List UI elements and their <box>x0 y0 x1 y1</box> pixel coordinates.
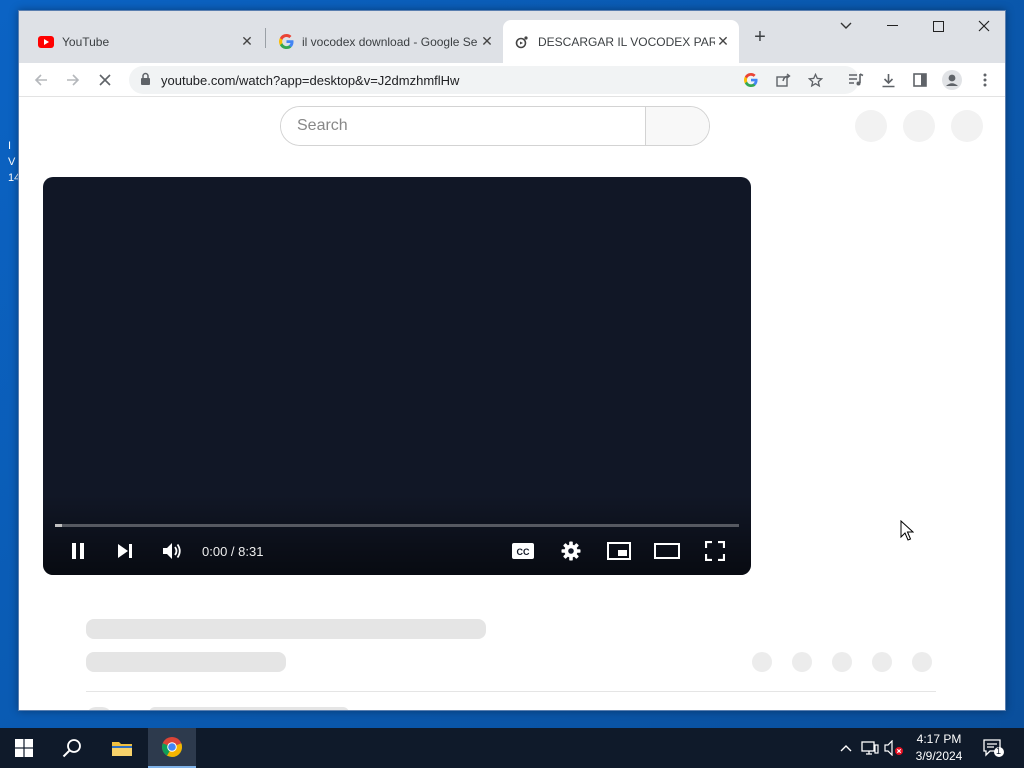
google-lens-icon[interactable] <box>739 68 763 92</box>
pause-button[interactable] <box>65 538 91 564</box>
mouse-cursor-icon <box>900 519 915 547</box>
text-skeleton <box>149 707 349 710</box>
action-skeleton <box>912 652 932 672</box>
action-skeleton <box>872 652 892 672</box>
tab-separator <box>265 28 266 48</box>
fullscreen-icon[interactable] <box>702 538 728 564</box>
tab-title: il vocodex download - Google Se <box>302 34 478 49</box>
side-panel-icon[interactable] <box>908 68 932 92</box>
search-button[interactable] <box>645 107 709 145</box>
chrome-taskbar-icon[interactable] <box>148 728 196 768</box>
start-button[interactable] <box>0 728 48 768</box>
taskbar: 4:17 PM 3/9/2024 1 <box>0 728 1024 768</box>
theater-mode-icon[interactable] <box>654 538 680 564</box>
title-skeleton <box>86 619 486 639</box>
tab-search-dropdown-icon[interactable] <box>823 11 869 41</box>
close-tab-icon[interactable]: ✕ <box>239 33 255 50</box>
svg-text:CC: CC <box>517 547 530 557</box>
tab-strip: YouTube ✕ il vocodex download - Google S… <box>19 11 1005 63</box>
url-text: youtube.com/watch?app=desktop&v=J2dmzhmf… <box>161 73 460 88</box>
maximize-button[interactable] <box>915 11 961 41</box>
progress-bar[interactable] <box>55 524 739 527</box>
header-button-placeholder[interactable] <box>951 110 983 142</box>
action-skeleton <box>832 652 852 672</box>
desktop-text-fragment: I <box>8 140 12 152</box>
chevron-up-icon[interactable] <box>836 738 856 758</box>
profile-avatar-icon[interactable] <box>940 68 964 92</box>
youtube-shorts-icon <box>514 34 530 50</box>
notification-center-icon[interactable]: 1 <box>982 738 1006 758</box>
back-button[interactable] <box>29 68 53 92</box>
tab-descargar-il-vocodex[interactable]: DESCARGAR IL VOCODEX PARA ✕ <box>503 20 739 63</box>
search-input[interactable] <box>281 107 645 145</box>
stop-loading-button[interactable] <box>93 68 117 92</box>
forward-button[interactable] <box>61 68 85 92</box>
captions-icon[interactable]: CC <box>510 538 536 564</box>
youtube-search-box <box>280 106 710 146</box>
settings-gear-icon[interactable] <box>558 538 584 564</box>
youtube-page: 0:00 / 8:31 CC <box>19 97 1005 710</box>
new-tab-button[interactable]: + <box>750 26 770 48</box>
share-icon[interactable] <box>771 68 795 92</box>
avatar-skeleton <box>86 707 112 710</box>
lock-icon[interactable] <box>140 72 151 91</box>
desktop-text-fragment: V <box>8 156 16 168</box>
browser-window: YouTube ✕ il vocodex download - Google S… <box>18 10 1006 711</box>
clock-date: 3/9/2024 <box>915 749 963 763</box>
minimize-button[interactable] <box>869 11 915 41</box>
action-skeleton <box>792 652 812 672</box>
controls-gradient <box>43 495 751 575</box>
network-icon[interactable] <box>860 738 880 758</box>
clock-time: 4:17 PM <box>916 732 962 746</box>
close-tab-icon[interactable]: ✕ <box>479 33 495 50</box>
media-control-icon[interactable] <box>844 68 868 92</box>
tab-title: YouTube <box>62 34 110 49</box>
google-icon <box>278 34 294 50</box>
taskbar-clock[interactable]: 4:17 PM 3/9/2024 <box>910 731 968 765</box>
divider <box>86 691 936 692</box>
next-button[interactable] <box>112 538 138 564</box>
volume-muted-icon[interactable] <box>884 738 904 758</box>
progress-fill <box>55 524 62 527</box>
tab-youtube[interactable]: YouTube ✕ <box>27 20 263 63</box>
youtube-icon <box>38 34 54 50</box>
tab-title: DESCARGAR IL VOCODEX PARA <box>538 34 715 49</box>
time-display: 0:00 / 8:31 <box>202 544 264 559</box>
close-tab-icon[interactable]: ✕ <box>715 33 731 50</box>
address-bar[interactable]: youtube.com/watch?app=desktop&v=J2dmzhmf… <box>129 66 859 94</box>
browser-toolbar: youtube.com/watch?app=desktop&v=J2dmzhmf… <box>19 63 1005 97</box>
more-menu-icon[interactable] <box>973 68 997 92</box>
close-window-button[interactable] <box>961 11 1005 41</box>
header-button-placeholder[interactable] <box>903 110 935 142</box>
video-player[interactable]: 0:00 / 8:31 CC <box>43 177 751 575</box>
miniplayer-icon[interactable] <box>606 538 632 564</box>
bookmark-star-icon[interactable] <box>803 68 827 92</box>
header-button-placeholder[interactable] <box>855 110 887 142</box>
tab-google-search[interactable]: il vocodex download - Google Se ✕ <box>267 20 503 63</box>
action-skeleton <box>752 652 772 672</box>
volume-icon[interactable] <box>159 538 185 564</box>
notification-count: 1 <box>996 746 1002 756</box>
download-icon[interactable] <box>876 68 900 92</box>
channel-skeleton <box>86 652 286 672</box>
file-explorer-icon[interactable] <box>98 728 146 768</box>
search-icon[interactable] <box>48 728 96 768</box>
